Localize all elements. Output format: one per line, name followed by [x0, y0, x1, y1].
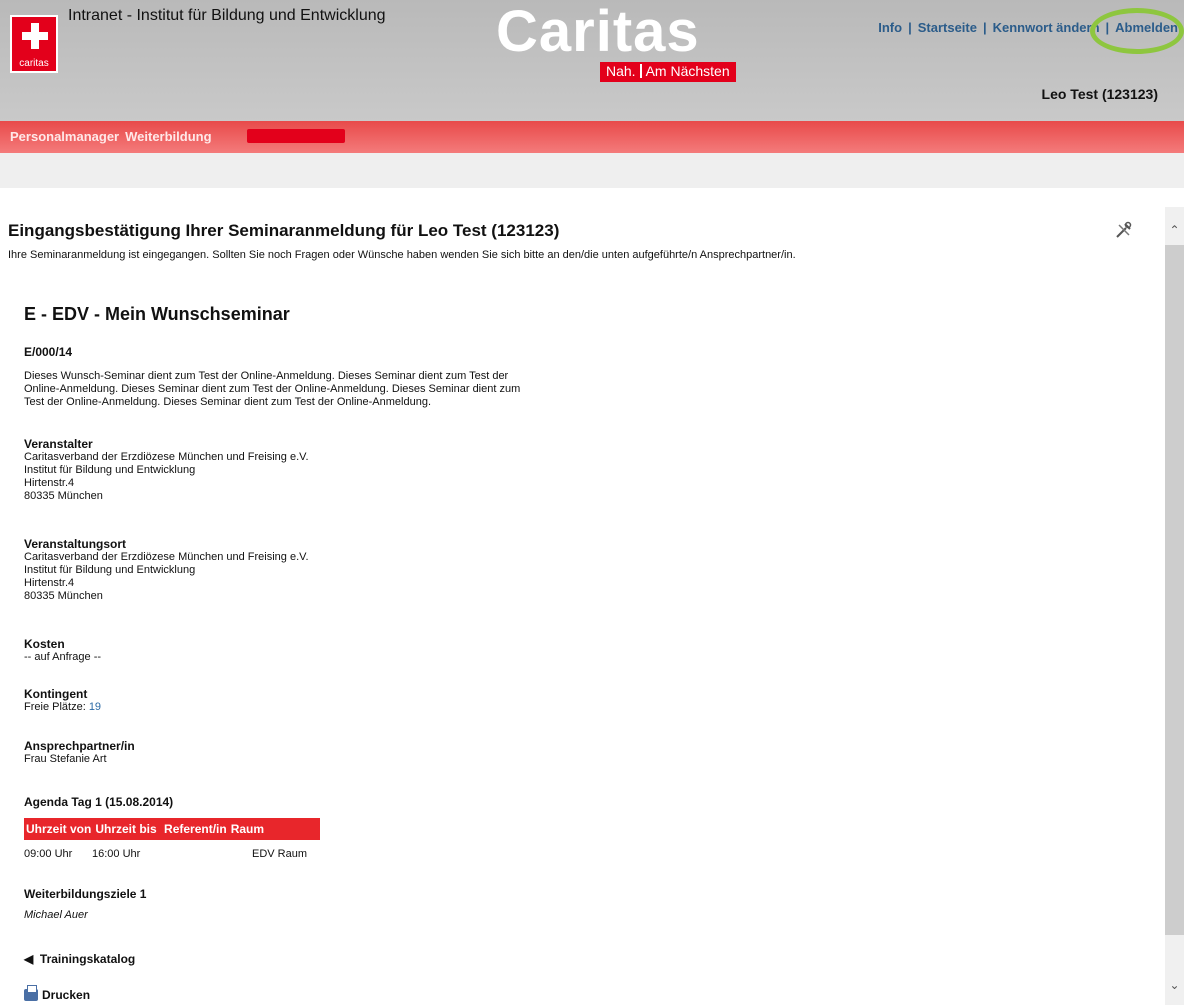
agenda-section: Agenda Tag 1 (15.08.2014) [24, 796, 173, 809]
cost-section: Kosten -- auf Anfrage -- [24, 638, 101, 664]
catalog-link-label: Trainingskatalog [39, 952, 136, 966]
nav-weiterbildung[interactable]: Weiterbildung [125, 129, 211, 144]
agenda-heading: Agenda Tag 1 (15.08.2014) [24, 795, 174, 809]
agenda-col-room: Raum [230, 822, 265, 836]
nav-personalmanager[interactable]: Personalmanager [10, 129, 119, 144]
catalog-link[interactable]: ◀ Trainingskatalog [24, 952, 135, 966]
section-nav-bar: Personalmanager Weiterbildung [0, 121, 1184, 153]
logout-highlight-circle [1090, 8, 1184, 54]
scroll-up-icon[interactable]: ⌃ [1165, 220, 1184, 240]
nav-separator: | [982, 20, 987, 35]
nav-password-link[interactable]: Kennwort ändern [993, 20, 1100, 35]
seminar-code: E/000/14 [24, 345, 73, 359]
flame-cross-icon [22, 23, 48, 49]
venue-line: Caritasverband der Erzdiözese München un… [24, 551, 309, 563]
quota-heading: Kontingent [24, 687, 88, 701]
goals-section: Weiterbildungsziele 1 Michael Auer [24, 888, 146, 922]
brand-slogan: Nah. Am Nächsten [600, 62, 736, 82]
contact-value: Frau Stefanie Art [24, 753, 107, 765]
quota-line: Freie Plätze: 19 [24, 701, 101, 714]
page-title: Eingangsbestätigung Ihrer Seminaranmeldu… [8, 221, 560, 240]
agenda-to: 16:00 Uhr [92, 848, 141, 860]
seminar-code-section: E/000/14 [24, 346, 72, 359]
description-line: Test der Online-Anmeldung. Dieses Semina… [24, 396, 431, 408]
organizer-line: Caritasverband der Erzdiözese München un… [24, 451, 309, 463]
venue-line: Hirtenstr.4 [24, 577, 75, 589]
brand-wordmark: Caritas [496, 0, 700, 64]
current-user: Leo Test (123123) [1041, 86, 1158, 102]
goals-value: Michael Auer [24, 909, 88, 921]
venue-line: Institut für Bildung und Entwicklung [24, 564, 196, 576]
slogan-divider [639, 64, 642, 78]
venue-section: Veranstaltungsort Caritasverband der Erz… [24, 538, 309, 603]
tools-icon[interactable] [1114, 220, 1134, 240]
cost-value: -- auf Anfrage -- [24, 651, 102, 663]
nav-start-link[interactable]: Startseite [918, 20, 977, 35]
redacted-nav-item [247, 129, 345, 143]
quota-label: Freie Plätze: [24, 701, 86, 713]
logo-text: caritas [19, 58, 49, 69]
scrollbar-thumb[interactable] [1165, 245, 1184, 935]
cost-heading: Kosten [24, 637, 65, 651]
contact-heading: Ansprechpartner/in [24, 739, 135, 753]
organizer-line: Hirtenstr.4 [24, 477, 75, 489]
organizer-line: 80335 München [24, 490, 103, 502]
agenda-table-header: Uhrzeit von Uhrzeit bis Referent/in Raum [24, 818, 320, 840]
contact-section: Ansprechpartner/in Frau Stefanie Art [24, 740, 135, 766]
intro-text: Ihre Seminaranmeldung ist eingegangen. S… [8, 249, 796, 261]
goals-heading: Weiterbildungsziele 1 [24, 887, 147, 901]
agenda-from: 09:00 Uhr [24, 848, 73, 860]
scroll-down-icon[interactable]: ⌄ [1165, 975, 1184, 995]
quota-section: Kontingent Freie Plätze: 19 [24, 688, 101, 714]
description-line: Online-Anmeldung. Dieses Seminar dient z… [24, 383, 521, 395]
quota-value: 19 [88, 701, 102, 713]
sub-bar [0, 153, 1184, 188]
print-link[interactable]: Drucken [24, 985, 91, 1002]
venue-line: 80335 München [24, 590, 103, 602]
description-line: Dieses Wunsch-Seminar dient zum Test der… [24, 370, 509, 382]
agenda-room: EDV Raum [252, 848, 308, 860]
caritas-logo: caritas [10, 15, 58, 73]
agenda-col-to: Uhrzeit bis [95, 822, 157, 836]
organizer-heading: Veranstalter [24, 437, 93, 451]
seminar-title: E - EDV - Mein Wunschseminar [24, 304, 290, 324]
section-nav: Personalmanager Weiterbildung [10, 129, 218, 144]
organizer-line: Institut für Bildung und Entwicklung [24, 464, 196, 476]
header: caritas Intranet - Institut für Bildung … [0, 0, 1184, 121]
organizer-section: Veranstalter Caritasverband der Erzdiöze… [24, 438, 309, 503]
description-section: Dieses Wunsch-Seminar dient zum Test der… [24, 370, 520, 409]
back-arrow-icon: ◀ [24, 952, 40, 966]
agenda-col-from: Uhrzeit von [26, 822, 92, 836]
slogan-part-2: Am Nächsten [645, 63, 730, 79]
page-header: Eingangsbestätigung Ihrer Seminaranmeldu… [8, 220, 1158, 262]
venue-heading: Veranstaltungsort [24, 537, 127, 551]
nav-separator: | [908, 20, 912, 35]
app-title: Intranet - Institut für Bildung und Entw… [68, 7, 386, 24]
nav-info-link[interactable]: Info [878, 20, 902, 35]
slogan-part-1: Nah. [606, 63, 636, 79]
printer-icon [24, 985, 38, 1001]
print-link-label: Drucken [42, 988, 91, 1002]
agenda-col-trainer: Referent/in [164, 822, 227, 836]
